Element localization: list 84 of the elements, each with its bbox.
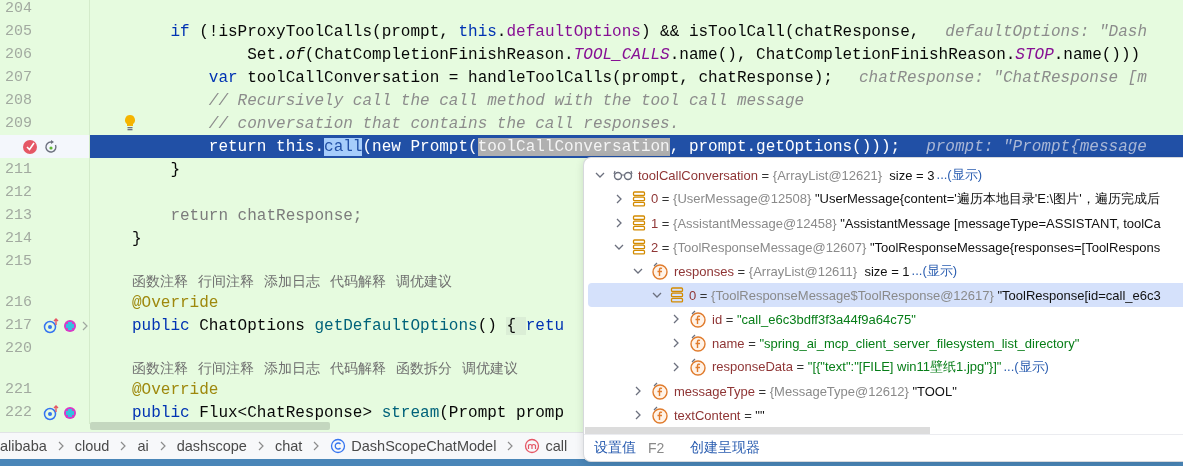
variable-entry: 2 = {ToolResponseMessage@12607} "ToolResponseMessage{responses=[ToolRespons — [651, 239, 1161, 255]
code-line: public ChatOptions getDefaultOptions() { retu — [132, 316, 565, 335]
variable-entry: 0 = {UserMessage@12508} "UserMessage{content='遍历本地目录'E:\图片'，遍历完成后 — [651, 190, 1160, 208]
breadcrumb-item[interactable]: ai — [137, 438, 149, 454]
code-line: return this.call(new Prompt(toolCallConversation, prompt.getOptions())); — [207, 137, 901, 156]
tree-row[interactable]: messageType = {MessageType@12612} "TOOL" — [588, 379, 1183, 403]
code-action-link[interactable]: 调优建议 — [396, 273, 452, 291]
variable-entry: textContent = "" — [674, 407, 765, 423]
code-line: return chatResponse; — [169, 206, 363, 225]
code-action-link[interactable]: 行间注释 — [198, 273, 254, 291]
line-number: 209 — [5, 115, 33, 132]
code-action-link[interactable]: 添加日志 — [264, 273, 320, 291]
chevron-right-icon — [158, 440, 167, 452]
code-line: public Flux<ChatResponse> stream(Prompt promp — [132, 403, 565, 422]
code-action-link[interactable]: 调优建议 — [462, 360, 518, 378]
code-action-link[interactable]: 函数拆分 — [396, 360, 452, 378]
variable-entry: id = "call_e6c3bdff3f3a44f9a64c75" — [712, 311, 916, 327]
breadcrumb-item[interactable]: alibaba — [0, 438, 47, 454]
code-line: } — [132, 229, 142, 248]
line-number: 220 — [5, 340, 33, 357]
chevron-right-icon — [256, 440, 265, 452]
chevron-right-icon — [119, 440, 128, 452]
tree-row[interactable]: 0 = {UserMessage@12508} "UserMessage{content='遍历本地目录'E:\图片'，遍历完成后 — [588, 187, 1183, 211]
line-number: 205 — [5, 23, 33, 40]
code-line: var toolCallConversation = handleToolCalls(prompt, chatResponse); — [207, 68, 833, 87]
tree-row[interactable]: toolCallConversation = {ArrayList@12621} size = 3...(显示) — [588, 163, 1183, 187]
variable-entry: responses = {ArrayList@12611} size = 1 — [674, 263, 910, 279]
line-number: 211 — [5, 161, 33, 178]
line-number: 217 — [5, 317, 33, 334]
code-line: @Override — [132, 380, 219, 399]
code-line: // Recursively call the call method with the tool call message — [207, 91, 805, 110]
tree-row[interactable]: id = "call_e6c3bdff3f3a44f9a64c75" — [588, 307, 1183, 331]
variable-entry: 0 = {ToolResponseMessage$ToolResponse@12617} "ToolResponse[id=call_e6c3 — [689, 287, 1161, 303]
breadcrumb-item[interactable]: cloud — [74, 438, 110, 454]
show-more-link[interactable]: ...(显示) — [936, 166, 983, 184]
line-number: 204 — [5, 0, 33, 17]
tree-row[interactable]: responses = {ArrayList@12611} size = 1...(显示) — [588, 259, 1183, 283]
variable-entry: messageType = {MessageType@12612} "TOOL" — [674, 383, 957, 399]
code-action-link[interactable]: 函数注释 — [132, 273, 188, 291]
popup-action-link[interactable]: 创建呈现器 — [690, 439, 761, 457]
show-more-link[interactable]: ...(显示) — [911, 262, 958, 280]
line-number: 215 — [5, 253, 33, 270]
variable-entry: 1 = {AssistantMessage@12458} "AssistantMessage [messageType=ASSISTANT, toolCa — [651, 215, 1161, 231]
chevron-right-icon — [312, 440, 321, 452]
line-number: 213 — [5, 207, 33, 224]
code-line: if (!isProxyToolCalls(prompt, this.defaultOptions) && isToolCall(chatResponse, — [169, 22, 920, 41]
line-number: 207 — [5, 69, 33, 86]
code-line: Set.of(ChatCompletionFinishReason.TOOL_CALLS.name(), ChatCompletionFinishReason.STOP.name())) — [246, 45, 1141, 64]
variable-entry: name = "spring_ai_mcp_client_server_filesystem_list_directory" — [712, 335, 1080, 351]
code-action-link[interactable]: 代码解释 — [330, 273, 386, 291]
line-number: 206 — [5, 46, 33, 63]
breadcrumb-item[interactable]: chat — [274, 438, 303, 454]
popup-action-link[interactable]: 设置值 — [594, 439, 636, 457]
line-number: 214 — [5, 230, 33, 247]
code-action-link[interactable]: 函数注释 — [132, 360, 188, 378]
line-number: 216 — [5, 294, 33, 311]
breadcrumb-item[interactable]: DashScopeChatModel — [330, 438, 497, 454]
line-number: 221 — [5, 381, 33, 398]
tree-row[interactable]: 2 = {ToolResponseMessage@12607} "ToolResponseMessage{responses=[ToolRespons — [588, 235, 1183, 259]
chevron-right-icon — [56, 440, 65, 452]
code-line: // conversation that contains the call responses. — [207, 114, 680, 133]
inline-value-hint: defaultOptions: "Dash — [945, 22, 1147, 41]
line-number: 222 — [5, 404, 33, 421]
code-action-link[interactable]: 代码解释 — [330, 360, 386, 378]
line-number: 208 — [5, 92, 33, 109]
inline-value-hint: chatResponse: "ChatResponse [m — [858, 68, 1147, 87]
variable-entry: toolCallConversation = {ArrayList@12621} size = 3 — [638, 167, 935, 183]
tree-row[interactable]: name = "spring_ai_mcp_client_server_filesystem_list_directory" — [588, 331, 1183, 355]
inline-value-hint: prompt: "Prompt{message — [926, 137, 1147, 156]
tree-row[interactable]: textContent = "" — [588, 403, 1183, 427]
tree-row[interactable]: responseData = "[{"text":"[FILE] win11壁纸1.jpg"}]"...(显示) — [588, 355, 1183, 379]
code-line: } — [169, 160, 180, 179]
show-more-link[interactable]: ...(显示) — [1003, 358, 1049, 376]
breadcrumb-item[interactable]: dashscope — [176, 438, 247, 454]
code-line: @Override — [132, 293, 219, 312]
line-number: 212 — [5, 184, 33, 201]
breadcrumb-item[interactable]: call — [524, 438, 568, 454]
chevron-right-icon — [506, 440, 515, 452]
variable-entry: responseData = "[{"text":"[FILE] win11壁纸1.jpg"}]" — [712, 358, 1002, 376]
code-action-link[interactable]: 添加日志 — [264, 360, 320, 378]
tree-row[interactable]: 0 = {ToolResponseMessage$ToolResponse@12617} "ToolResponse[id=call_e6c3 — [588, 283, 1183, 307]
shortcut-hint: F2 — [648, 440, 665, 456]
tree-row[interactable]: 1 = {AssistantMessage@12458} "AssistantMessage [messageType=ASSISTANT, toolCa — [588, 211, 1183, 235]
code-action-link[interactable]: 行间注释 — [198, 360, 254, 378]
